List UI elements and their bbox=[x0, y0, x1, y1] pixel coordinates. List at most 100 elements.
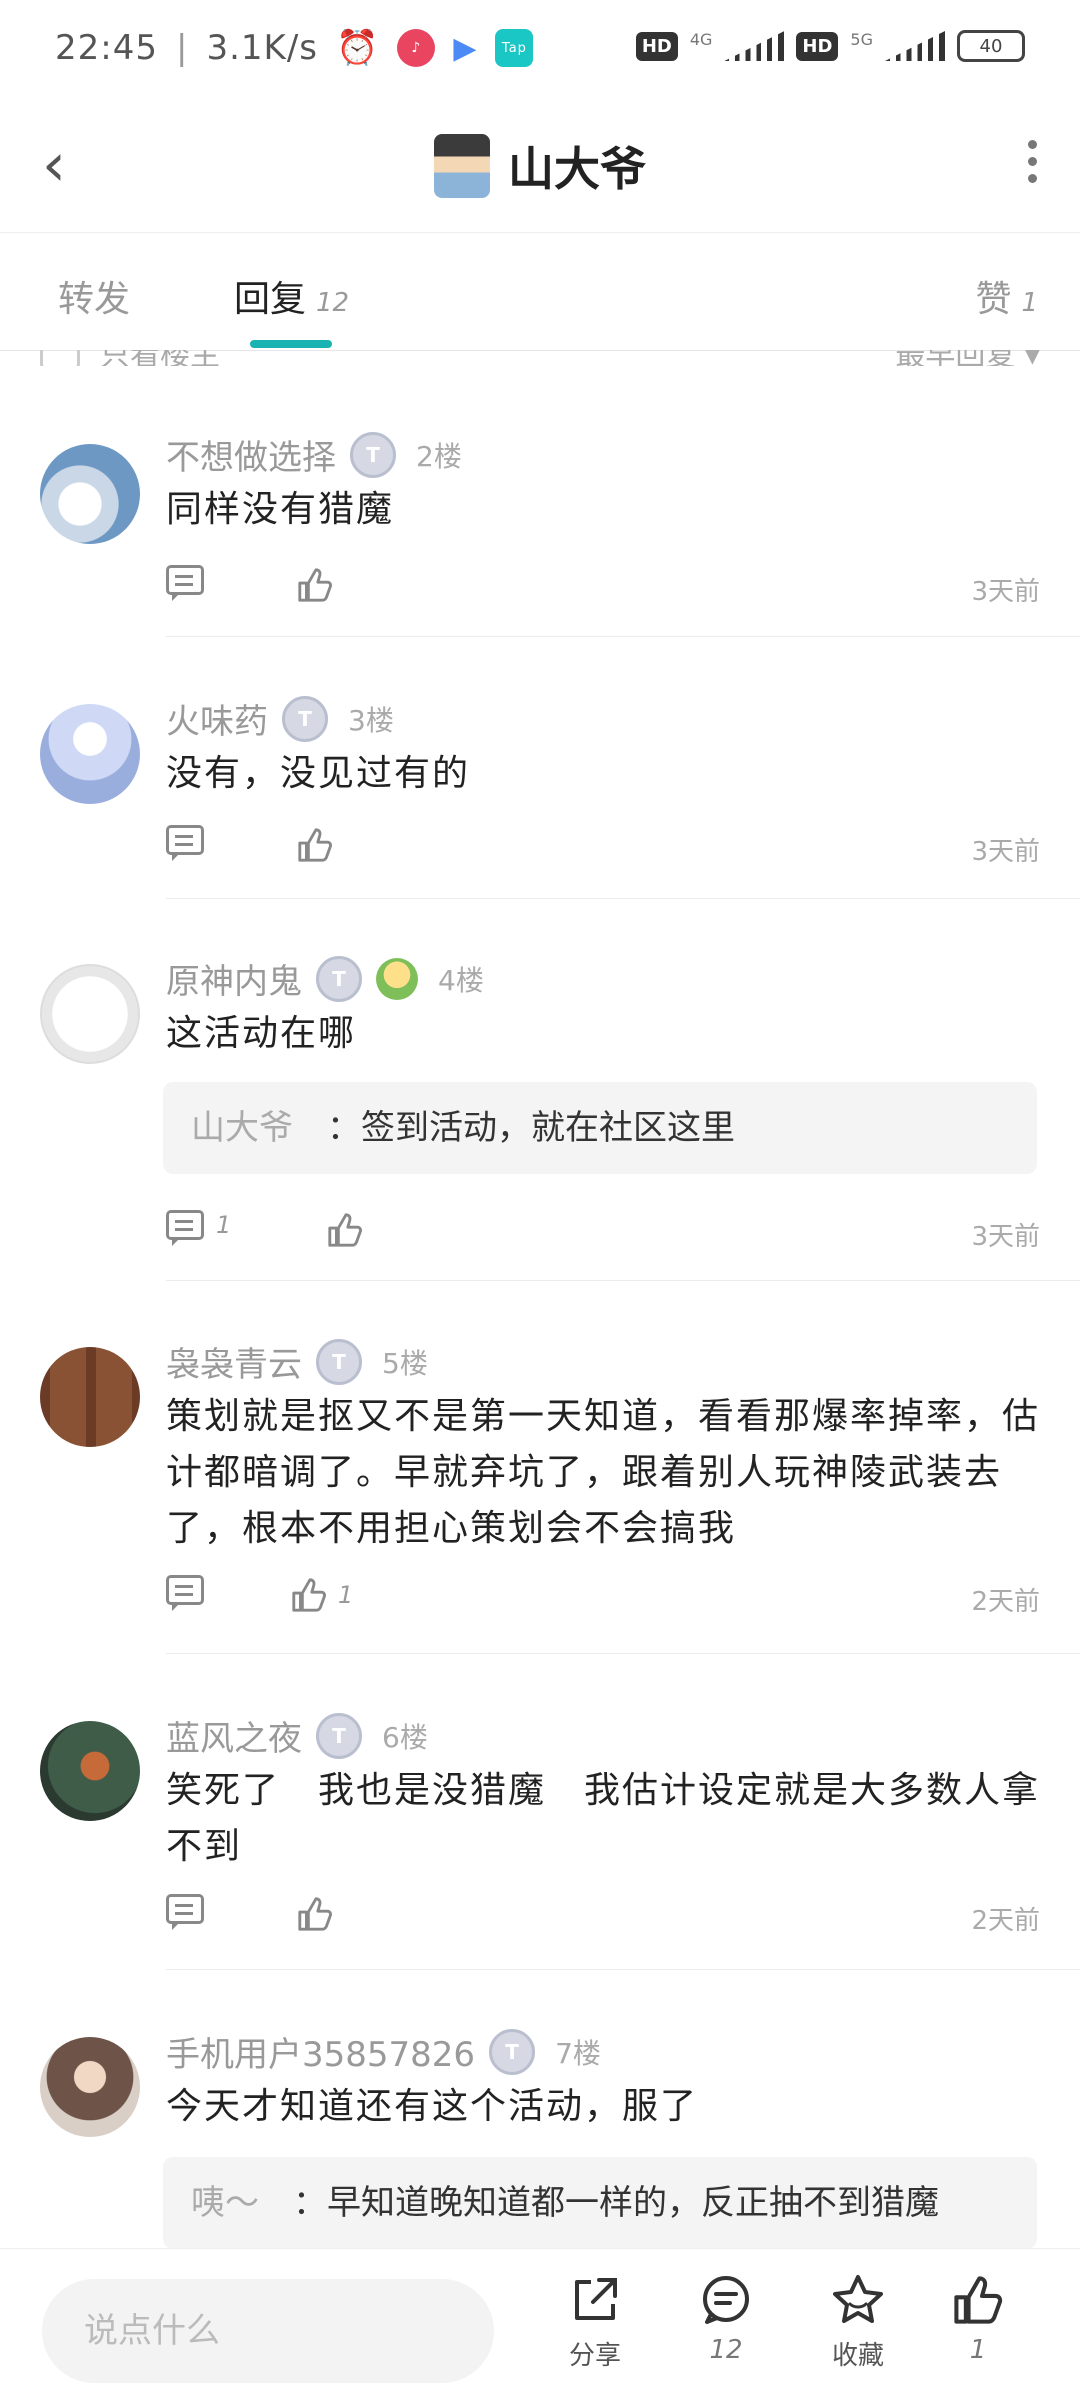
comment-text[interactable]: 这活动在哪 bbox=[166, 1006, 1046, 1062]
quoted-username: 山大爷 bbox=[191, 1108, 293, 1148]
divider bbox=[166, 1280, 1080, 1281]
divider: | bbox=[175, 28, 189, 68]
username[interactable]: 不想做选择 bbox=[166, 430, 336, 479]
level-badge-icon: T bbox=[282, 695, 328, 742]
like-count: 1 bbox=[338, 1581, 354, 1609]
avatar[interactable] bbox=[40, 1347, 140, 1447]
avatar[interactable] bbox=[40, 2037, 140, 2137]
hd-icon: HD bbox=[796, 31, 839, 61]
tab-label: 回复 bbox=[234, 279, 307, 320]
comment-icon bbox=[166, 1210, 204, 1246]
character-badge-icon bbox=[376, 957, 418, 1000]
signal-icon bbox=[724, 31, 785, 61]
star-icon bbox=[808, 2271, 908, 2329]
reply-button[interactable] bbox=[166, 825, 204, 861]
username[interactable]: 火味药 bbox=[166, 694, 268, 743]
divider bbox=[166, 898, 1080, 899]
level-badge-icon: T bbox=[316, 1712, 362, 1759]
quoted-text: ：早知道晚知道都一样的，反正抽不到猎魔 bbox=[293, 2183, 939, 2223]
username[interactable]: 手机用户35857826 bbox=[166, 2027, 475, 2076]
tab-bar: 转发 回复 12 赞1 bbox=[0, 232, 1080, 351]
reply-count-button[interactable]: 12 bbox=[676, 2271, 776, 2365]
tab-count: 1 bbox=[1021, 288, 1038, 318]
like-button[interactable] bbox=[296, 565, 334, 605]
like-button[interactable]: 1 bbox=[290, 1575, 353, 1615]
quoted-username: 咦～ bbox=[191, 2183, 259, 2223]
clock: 22:45 bbox=[55, 28, 158, 68]
comment-input[interactable]: 说点什么 bbox=[42, 2279, 494, 2383]
level-badge-icon: T bbox=[316, 1338, 362, 1385]
reply-button[interactable] bbox=[166, 1575, 204, 1611]
alarm-icon: ⏰ bbox=[336, 28, 380, 68]
reply-button[interactable]: 1 bbox=[166, 1210, 232, 1246]
active-tab-indicator bbox=[250, 340, 332, 348]
username[interactable]: 原神内鬼 bbox=[166, 954, 302, 1003]
floor-number: 3楼 bbox=[348, 703, 394, 737]
like-count: 1 bbox=[969, 2335, 987, 2365]
comment-text[interactable]: 笑死了 我也是没猎魔 我估计设定就是大多数人拿不到 bbox=[166, 1763, 1046, 1875]
level-badge-icon: T bbox=[350, 431, 396, 478]
tab-replies[interactable]: 回复 12 bbox=[234, 270, 349, 322]
quoted-text: ：签到活动，就在社区这里 bbox=[327, 1108, 735, 1148]
only-author-label[interactable]: 只看楼主 bbox=[100, 350, 220, 366]
tab-likes[interactable]: 赞1 bbox=[975, 270, 1038, 322]
like-button[interactable] bbox=[296, 1894, 334, 1934]
thumbs-up-icon bbox=[298, 828, 332, 862]
floor-number: 2楼 bbox=[416, 439, 462, 473]
comment-text[interactable]: 同样没有猎魔 bbox=[166, 482, 1046, 538]
comment-text[interactable]: 今天才知道还有这个活动，服了 bbox=[166, 2079, 1046, 2135]
favorite-button[interactable]: 收藏 bbox=[808, 2271, 908, 2372]
tab-label: 赞 bbox=[975, 279, 1012, 320]
floor-number: 7楼 bbox=[555, 2036, 601, 2070]
avatar[interactable] bbox=[40, 704, 140, 804]
comment-icon bbox=[166, 825, 204, 861]
avatar[interactable] bbox=[40, 444, 140, 544]
share-button[interactable]: 分享 bbox=[545, 2271, 645, 2372]
sort-dropdown[interactable]: 最早回复 ▾ bbox=[895, 350, 1040, 366]
timestamp: 2天前 bbox=[971, 1587, 1040, 1617]
thumbs-up-icon bbox=[298, 568, 332, 602]
bottom-action-bar: 说点什么 分享 12 收藏 1 bbox=[0, 2248, 1080, 2401]
taptap-app-icon: Tap bbox=[495, 29, 534, 67]
comment-text[interactable]: 策划就是抠又不是第一天知道，看看那爆率掉率，估计都暗调了。早就弃坑了，跟着别人玩… bbox=[166, 1389, 1046, 1557]
username[interactable]: 蓝风之夜 bbox=[166, 1711, 302, 1760]
like-post-button[interactable]: 1 bbox=[928, 2271, 1028, 2365]
favorite-label: 收藏 bbox=[831, 2341, 884, 2371]
status-bar: 22:45 | 3.1K/s ⏰ ♪ ▶ Tap HD 4G HD 5G 40 bbox=[0, 0, 1080, 100]
floor-number: 4楼 bbox=[438, 963, 484, 997]
back-arrow-icon[interactable]: ‹ bbox=[42, 130, 66, 200]
tab-repost[interactable]: 转发 bbox=[58, 270, 130, 322]
author-avatar[interactable] bbox=[434, 134, 490, 198]
battery-level: 40 bbox=[979, 35, 1003, 57]
network-type: 4G bbox=[689, 30, 713, 49]
comment-icon bbox=[166, 1894, 204, 1930]
timestamp: 3天前 bbox=[971, 577, 1040, 607]
chat-bubble-icon bbox=[676, 2271, 776, 2329]
share-icon bbox=[545, 2271, 645, 2329]
reply-count: 1 bbox=[216, 1211, 232, 1239]
tab-label: 转发 bbox=[58, 279, 131, 320]
only-author-checkbox[interactable] bbox=[40, 350, 80, 366]
more-options-icon[interactable] bbox=[1028, 140, 1040, 183]
top-nav-bar: ‹ 山大爷 bbox=[0, 100, 1080, 233]
like-button[interactable] bbox=[326, 1210, 364, 1250]
reply-button[interactable] bbox=[166, 565, 204, 601]
comment-icon bbox=[166, 565, 204, 601]
floor-number: 6楼 bbox=[382, 1720, 428, 1754]
quoted-reply[interactable]: 咦～ ：早知道晚知道都一样的，反正抽不到猎魔 bbox=[163, 2157, 1037, 2249]
tab-count: 12 bbox=[316, 288, 350, 318]
author-title[interactable]: 山大爷 bbox=[434, 133, 646, 199]
like-button[interactable] bbox=[296, 825, 334, 865]
quoted-reply[interactable]: 山大爷 ：签到活动，就在社区这里 bbox=[163, 1082, 1037, 1174]
comment-text[interactable]: 没有，没见过有的 bbox=[166, 746, 1046, 802]
floor-number: 5楼 bbox=[382, 1346, 428, 1380]
music-app-icon: ♪ bbox=[397, 29, 436, 67]
avatar[interactable] bbox=[40, 964, 140, 1064]
hd-icon: HD bbox=[635, 31, 678, 61]
share-label: 分享 bbox=[568, 2341, 621, 2371]
username[interactable]: 袅袅青云 bbox=[166, 1337, 302, 1386]
timestamp: 2天前 bbox=[971, 1906, 1040, 1936]
reply-button[interactable] bbox=[166, 1894, 204, 1930]
network-speed: 3.1K/s bbox=[206, 28, 318, 68]
avatar[interactable] bbox=[40, 1721, 140, 1821]
